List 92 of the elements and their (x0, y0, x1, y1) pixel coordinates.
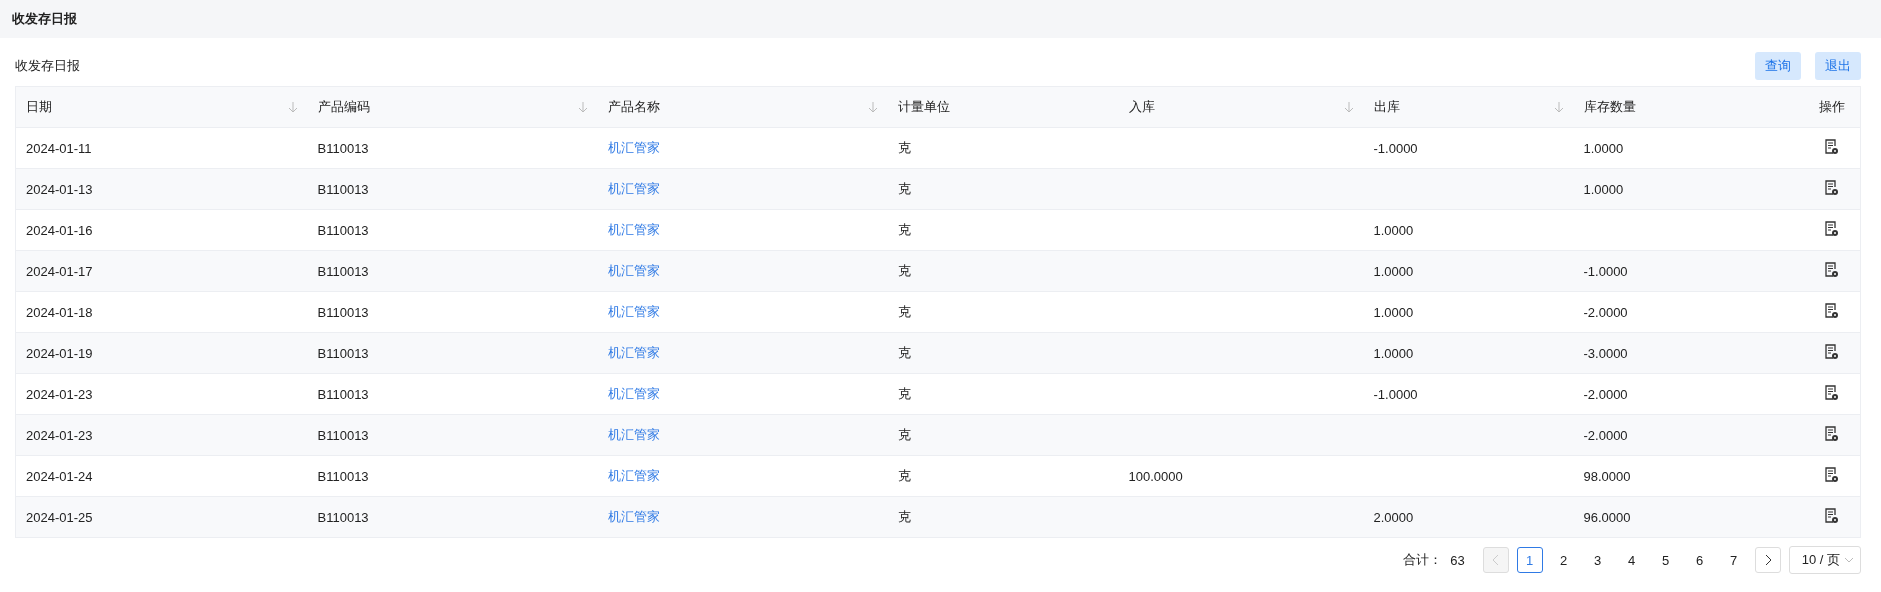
document-view-icon[interactable] (1824, 343, 1840, 360)
table-cell: -1.0000 (1583, 263, 1628, 279)
table-cell: 2024-01-11 (26, 140, 92, 156)
page-button[interactable]: 2 (1550, 547, 1577, 573)
page-button[interactable]: 1 (1516, 547, 1543, 573)
product-link[interactable]: 机汇管家 (607, 345, 660, 360)
table-cell: 克 (897, 181, 911, 196)
page-button[interactable]: 5 (1652, 547, 1679, 573)
page-size-select[interactable]: 10 / 页 (1788, 546, 1861, 574)
table-cell: 克 (897, 140, 911, 155)
document-view-icon[interactable] (1824, 138, 1840, 155)
section-title: 收发存日报 (15, 57, 80, 75)
column-header: 操作 (1803, 86, 1861, 128)
table-cell: 1.0000 (1583, 140, 1624, 156)
total-count: 63 (1450, 552, 1465, 568)
page-button[interactable]: 6 (1686, 547, 1713, 573)
product-link[interactable]: 机汇管家 (607, 222, 660, 237)
table-cell: B110013 (317, 427, 369, 443)
product-link[interactable]: 机汇管家 (607, 386, 660, 401)
product-link[interactable]: 机汇管家 (607, 263, 660, 278)
table-cell: 2024-01-23 (26, 427, 93, 443)
column-header: 产品编码 (317, 98, 370, 116)
table-cell: B110013 (317, 222, 369, 238)
table-cell: 2.0000 (1373, 509, 1414, 525)
table-cell: -2.0000 (1583, 304, 1628, 320)
table-cell: 100.0000 (1128, 468, 1183, 484)
table-cell: 克 (897, 345, 911, 360)
page-button[interactable]: 4 (1618, 547, 1645, 573)
table-cell: 1.0000 (1373, 222, 1414, 238)
document-view-icon[interactable] (1824, 179, 1840, 196)
page-title: 收发存日报 (12, 10, 77, 28)
document-view-icon[interactable] (1824, 384, 1840, 401)
table-cell: B110013 (317, 140, 369, 156)
table-cell: 克 (897, 427, 911, 442)
product-link[interactable]: 机汇管家 (607, 468, 660, 483)
table-cell: 1.0000 (1373, 304, 1414, 320)
table-cell: B110013 (317, 304, 369, 320)
column-header: 日期 (26, 98, 52, 116)
table-cell: -2.0000 (1583, 427, 1628, 443)
product-link[interactable]: 机汇管家 (607, 509, 660, 524)
product-link[interactable]: 机汇管家 (607, 140, 660, 155)
chevron-down-icon (1844, 557, 1854, 563)
table-cell: 2024-01-19 (26, 345, 93, 361)
document-view-icon[interactable] (1824, 466, 1840, 483)
product-link[interactable]: 机汇管家 (607, 427, 660, 442)
column-header: 库存数量 (1583, 98, 1636, 116)
table-cell: 克 (897, 263, 911, 278)
table-cell: 克 (897, 468, 911, 483)
document-view-icon[interactable] (1824, 220, 1840, 237)
table-cell: B110013 (317, 181, 369, 197)
total-label: 合计： (1403, 551, 1443, 569)
exit-button[interactable]: 退出 (1815, 52, 1861, 80)
page-button[interactable]: 7 (1720, 547, 1747, 573)
table-cell: 1.0000 (1583, 181, 1624, 197)
table-cell: 1.0000 (1373, 345, 1414, 361)
table-cell: 克 (897, 386, 911, 401)
document-view-icon[interactable] (1824, 261, 1840, 278)
table-cell: 2024-01-17 (26, 263, 93, 279)
product-link[interactable]: 机汇管家 (607, 304, 660, 319)
page-button[interactable]: 3 (1584, 547, 1611, 573)
chevron-right-icon (1763, 554, 1772, 566)
table-cell: 98.0000 (1583, 468, 1631, 484)
table-cell: 2024-01-18 (26, 304, 93, 320)
table-cell: -1.0000 (1373, 140, 1418, 156)
table-cell: 1.0000 (1373, 263, 1414, 279)
table-cell: 克 (897, 509, 911, 524)
product-link[interactable]: 机汇管家 (607, 181, 660, 196)
column-header: 入库 (1128, 98, 1155, 116)
table-cell: 2024-01-24 (26, 468, 93, 484)
table-cell: 2024-01-23 (26, 386, 93, 402)
table-cell: B110013 (317, 468, 369, 484)
table-cell: -3.0000 (1583, 345, 1628, 361)
table-cell: -2.0000 (1583, 386, 1628, 402)
table-cell: 2024-01-16 (26, 222, 93, 238)
table-cell: B110013 (317, 345, 369, 361)
table-cell: B110013 (317, 509, 369, 525)
table-cell: 2024-01-13 (26, 181, 93, 197)
column-header: 产品名称 (607, 98, 660, 116)
table-cell: -1.0000 (1373, 386, 1418, 402)
table-cell: B110013 (317, 263, 369, 279)
column-header: 计量单位 (897, 98, 950, 116)
document-view-icon[interactable] (1824, 507, 1840, 524)
table-cell: 96.0000 (1583, 509, 1631, 525)
table-cell: 克 (897, 304, 911, 319)
column-header: 出库 (1373, 98, 1400, 116)
table-cell: B110013 (317, 386, 369, 402)
query-button[interactable]: 查询 (1755, 52, 1801, 80)
table-cell: 克 (897, 222, 911, 237)
chevron-left-icon (1491, 554, 1500, 566)
document-view-icon[interactable] (1824, 425, 1840, 442)
document-view-icon[interactable] (1824, 302, 1840, 319)
table-cell: 2024-01-25 (26, 509, 93, 525)
